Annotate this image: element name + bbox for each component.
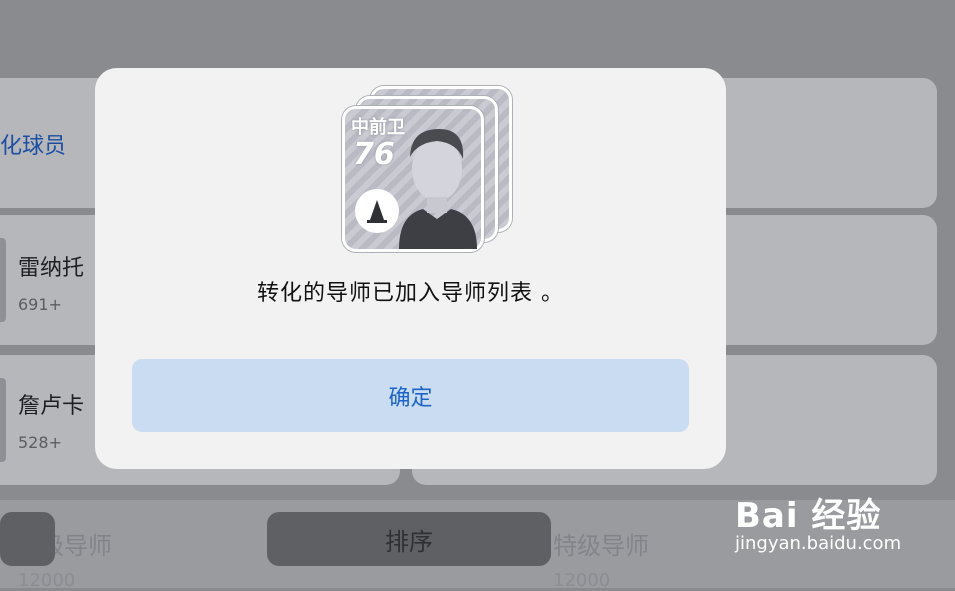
player-card-stack: 中前卫 76 <box>342 86 512 256</box>
confirm-button[interactable]: 确定 <box>132 359 689 432</box>
list-item-count: 691+ <box>18 295 62 314</box>
list-item-name: 雷纳托 <box>18 256 85 281</box>
player-thumbnail <box>0 238 6 322</box>
player-card: 中前卫 76 <box>342 106 484 252</box>
list-item-count: 528+ <box>18 433 62 452</box>
header-link[interactable]: 化球员 <box>0 128 66 160</box>
player-rating: 76 <box>353 137 395 172</box>
dialog-message: 转化的导师已加入导师列表 。 <box>257 281 564 306</box>
watermark-url: jingyan.baidu.com <box>735 533 902 554</box>
player-thumbnail <box>0 378 6 462</box>
conversion-dialog: 中前卫 76 转化的导师已加入导师列表 。 确定 <box>95 68 726 469</box>
baidu-watermark: Bai 经验 jingyan.baidu.com <box>735 488 901 554</box>
watermark-logo-text: Bai 经验 <box>735 496 882 536</box>
cone-icon <box>355 189 399 233</box>
sort-button[interactable]: 排序 <box>267 512 551 566</box>
player-silhouette-icon <box>399 129 477 249</box>
tier-label-right: 特级导师 <box>553 532 649 560</box>
bottom-left-button[interactable] <box>0 512 55 566</box>
list-item-name: 詹卢卡 <box>18 394 85 419</box>
